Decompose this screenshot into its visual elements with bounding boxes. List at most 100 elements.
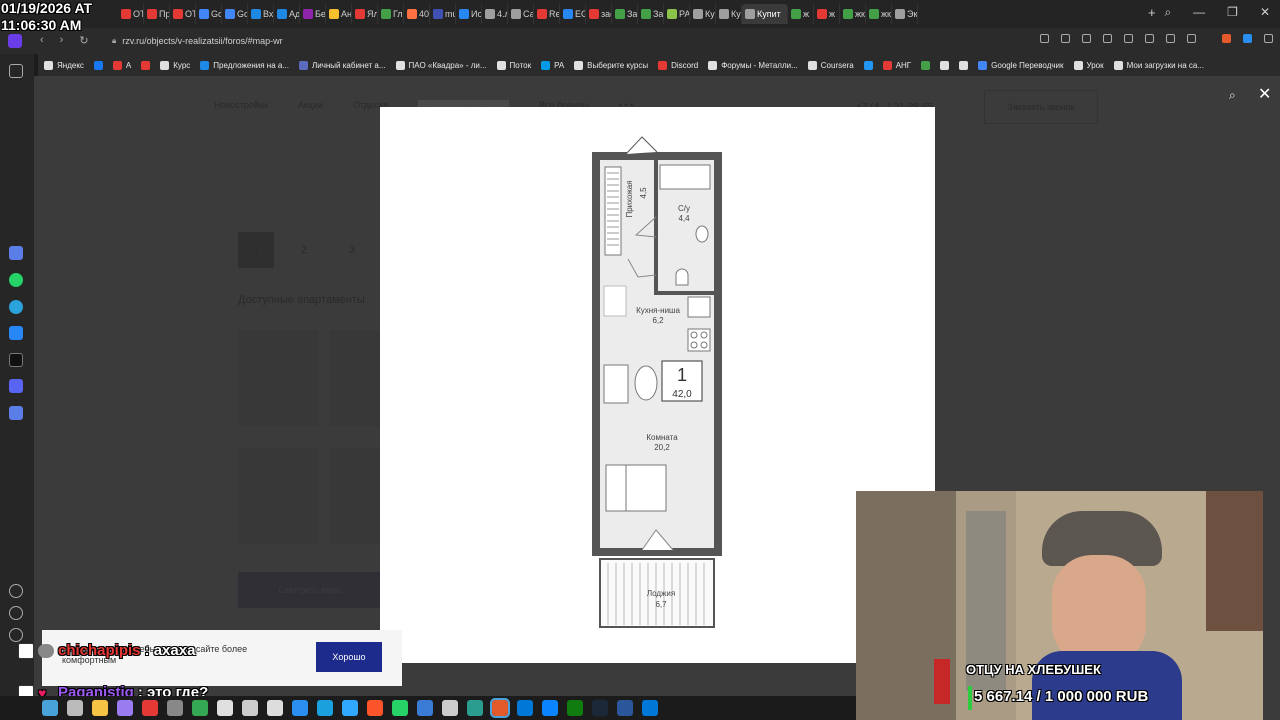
star-icon[interactable] [9,64,23,78]
close-lightbox-button[interactable]: ✕ [1258,84,1271,104]
browser-tab[interactable]: жк [840,4,866,24]
bookmark-item[interactable]: Discord [658,60,698,70]
browser-tab[interactable]: OT [118,4,144,24]
assistant-icon[interactable] [9,406,23,420]
bookmark-item[interactable]: Мои загрузки на са... [1113,60,1204,70]
bookmark-item[interactable]: АНГ [882,60,911,70]
browser-tab[interactable]: Ку [716,4,742,24]
vscode-icon[interactable] [292,700,308,716]
browser-tab[interactable]: жк [866,4,892,24]
download-icon[interactable] [1145,34,1154,43]
browser-tab[interactable]: Go [196,4,222,24]
forward-icon[interactable]: › [60,34,64,47]
browser-tab[interactable]: Купит [742,4,788,24]
bookmark-item[interactable]: Курс [160,60,190,70]
gear-icon[interactable] [267,700,283,716]
bookmark-item[interactable]: Форумы - Металли... [708,60,798,70]
browser-tab[interactable]: ж [788,4,814,24]
word-icon[interactable] [617,700,633,716]
browser-tab[interactable]: PA [664,4,690,24]
close-window-button[interactable]: ✕ [1260,5,1270,20]
xbox-icon[interactable] [567,700,583,716]
browser-tab[interactable]: зас [586,4,612,24]
search-icon[interactable] [67,700,83,716]
x-icon[interactable] [9,353,23,367]
lock-toolbar-icon[interactable] [1187,34,1196,43]
reload-icon[interactable]: ↻ [79,34,88,47]
bookmark-item[interactable] [141,60,151,70]
bookmark-item[interactable]: Поток [496,60,531,70]
bookmark-item[interactable] [959,60,969,70]
settings-icon[interactable] [9,628,23,642]
zoom-icon[interactable]: ⌕ [1229,88,1236,103]
bookmark-item[interactable] [940,60,950,70]
ps-icon[interactable] [342,700,358,716]
edit-icon[interactable] [1040,34,1049,43]
bookmark-item[interactable]: Урок [1073,60,1104,70]
browser-icon[interactable] [217,700,233,716]
browser-tab[interactable]: Гл [378,4,404,24]
browser-tab[interactable]: За [612,4,638,24]
whatsapp-icon[interactable] [392,700,408,716]
extension-icon[interactable] [1222,34,1231,43]
page-button[interactable]: 1 [238,232,274,268]
browser-tab[interactable]: Ял [352,4,378,24]
camera-icon[interactable] [1061,34,1070,43]
browser-tab[interactable]: ж [814,4,840,24]
bookmark-item[interactable]: Coursera [807,60,854,70]
browser2-icon[interactable] [417,700,433,716]
browser-tab[interactable]: Эк [892,4,918,24]
page-button[interactable]: 3 [334,232,370,268]
browser-profile-icon[interactable] [8,34,22,48]
browser-tab[interactable]: Вхс [248,4,274,24]
bookmark-item[interactable]: Личный кабинет а... [299,60,386,70]
back-icon[interactable]: ‹ [40,34,44,47]
browser-tab[interactable]: Rec [534,4,560,24]
browser-tab[interactable]: 40 [404,4,430,24]
edge-icon[interactable] [517,700,533,716]
apartment-card[interactable] [238,448,318,544]
page-button[interactable]: 2 [286,232,322,268]
steam-icon[interactable] [592,700,608,716]
bookmark-item[interactable] [921,60,931,70]
calc-icon[interactable] [167,700,183,716]
network-icon[interactable] [467,700,483,716]
bookmark-item[interactable]: Яндекс [44,60,84,70]
heart-icon[interactable] [9,584,23,598]
browser-tab[interactable]: mu [430,4,456,24]
search-tabs-icon[interactable]: ⌕ [1164,5,1171,20]
browser-tab[interactable]: Бет [300,4,326,24]
browser-tab[interactable]: OT [170,4,196,24]
bookmark-item[interactable]: Предложения на а... [200,60,289,70]
stream-icon[interactable] [490,698,510,718]
telegram-icon[interactable] [9,300,23,314]
url-field[interactable]: 🔒︎ rzv.ru/objects/v-realizatsii/foros/#m… [108,32,1028,50]
play-icon[interactable] [1124,34,1133,43]
site-nav-item[interactable]: Новостройки [214,100,268,114]
apartment-card[interactable] [238,330,318,426]
extension-icon[interactable] [1243,34,1252,43]
show-apartments-button[interactable]: Смотреть квар... [238,572,388,608]
new-tab-button[interactable]: + [1148,5,1156,20]
edge3-icon[interactable] [642,700,658,716]
browser-tab[interactable]: Ку [690,4,716,24]
browser-tab[interactable]: Go [222,4,248,24]
site-nav-item[interactable]: Акции [298,100,323,114]
edge2-icon[interactable] [542,700,558,716]
chrome-icon[interactable] [192,700,208,716]
browser-tab[interactable]: Са [508,4,534,24]
brave-icon[interactable] [367,700,383,716]
cookie-accept-button[interactable]: Хорошо [316,642,382,672]
minimize-button[interactable]: — [1193,5,1205,20]
clock-icon[interactable] [9,606,23,620]
bookmark-item[interactable]: Google Переводчик [978,60,1064,70]
ai-assistant-icon[interactable] [9,246,23,260]
settings-icon[interactable] [1264,34,1273,43]
browser-tab[interactable]: Ан [326,4,352,24]
browser-tab[interactable]: За [638,4,664,24]
vk-icon[interactable] [9,326,23,340]
windows-icon[interactable] [42,700,58,716]
settings-icon[interactable] [242,700,258,716]
bookmark-item[interactable]: PA [541,60,564,70]
files-icon[interactable] [92,700,108,716]
